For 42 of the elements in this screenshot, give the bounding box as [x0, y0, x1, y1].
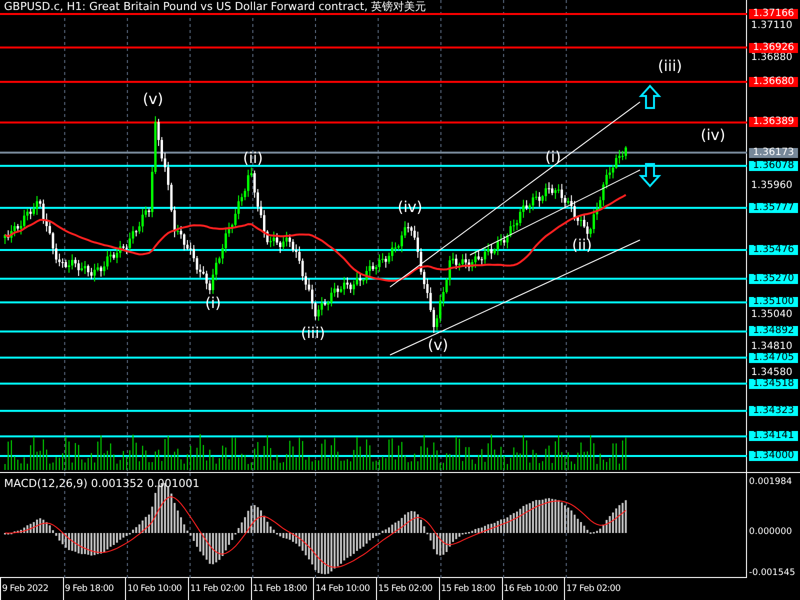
price-axis-label: 1.37110 [751, 20, 792, 31]
price-axis-label: 1.35040 [751, 310, 792, 320]
price-level-label: 1.36173 [749, 148, 798, 158]
macd-label: MACD(12,26,9) 0.001352 0.001001 [4, 476, 200, 492]
time-axis-label: 11 Feb 18:00 [252, 583, 307, 595]
time-axis-label: 10 Feb 10:00 [127, 583, 182, 595]
price-level-label: 1.35100 [749, 297, 798, 308]
chart-title: GBPUSD.c, H1: Great Britain Pound vs US Dollar Forward contract, 英镑对美元 [4, 0, 426, 13]
price-axis-label: 1.36880 [751, 52, 792, 63]
wave-label: (v) [142, 92, 164, 107]
time-axis-label: 17 Feb 02:00 [566, 583, 620, 595]
macd-axis-label: 0.001984 [749, 478, 792, 487]
time-axis-label: 16 Feb 10:00 [504, 583, 558, 595]
price-level-label: 1.34705 [749, 352, 798, 363]
price-axis-label: 1.35960 [751, 181, 792, 192]
wave-label: (v) [428, 338, 448, 353]
price-level-label: 1.36680 [749, 76, 798, 87]
price-level-label: 1.35270 [749, 274, 798, 284]
price-level-label: 1.35476 [749, 244, 798, 255]
time-axis-label: 9 Feb 2022 [2, 583, 48, 595]
wave-label: (ii) [242, 151, 264, 166]
macd-axis-label: 0.000000 [749, 528, 792, 537]
wave-label: (iii) [658, 59, 682, 74]
wave-label: (iv) [700, 128, 726, 143]
price-level-label: 1.36078 [749, 160, 798, 171]
macd-axis-label: -0.001545 [749, 569, 796, 578]
time-axis-label: 14 Feb 10:00 [315, 583, 370, 595]
time-axis-label: 11 Feb 02:00 [190, 583, 244, 595]
time-axis-label: 15 Feb 18:00 [440, 583, 496, 595]
price-axis-label: 1.34580 [751, 368, 792, 378]
price-level-label: 1.34141 [749, 431, 798, 442]
time-axis-label: 15 Feb 02:00 [378, 583, 432, 595]
price-level-label: 1.36389 [749, 117, 798, 128]
price-level-label: 1.37166 [749, 9, 798, 19]
price-level-label: 1.34000 [749, 451, 798, 461]
price-level-label: 1.35777 [749, 202, 798, 213]
price-level-label: 1.34518 [749, 378, 798, 389]
wave-label: (i) [545, 150, 561, 165]
time-axis-label: 9 Feb 18:00 [64, 583, 114, 595]
price-level-label: 1.36926 [749, 42, 798, 52]
price-axis-label: 1.34810 [751, 342, 792, 352]
price-level-label: 1.34892 [749, 326, 798, 336]
